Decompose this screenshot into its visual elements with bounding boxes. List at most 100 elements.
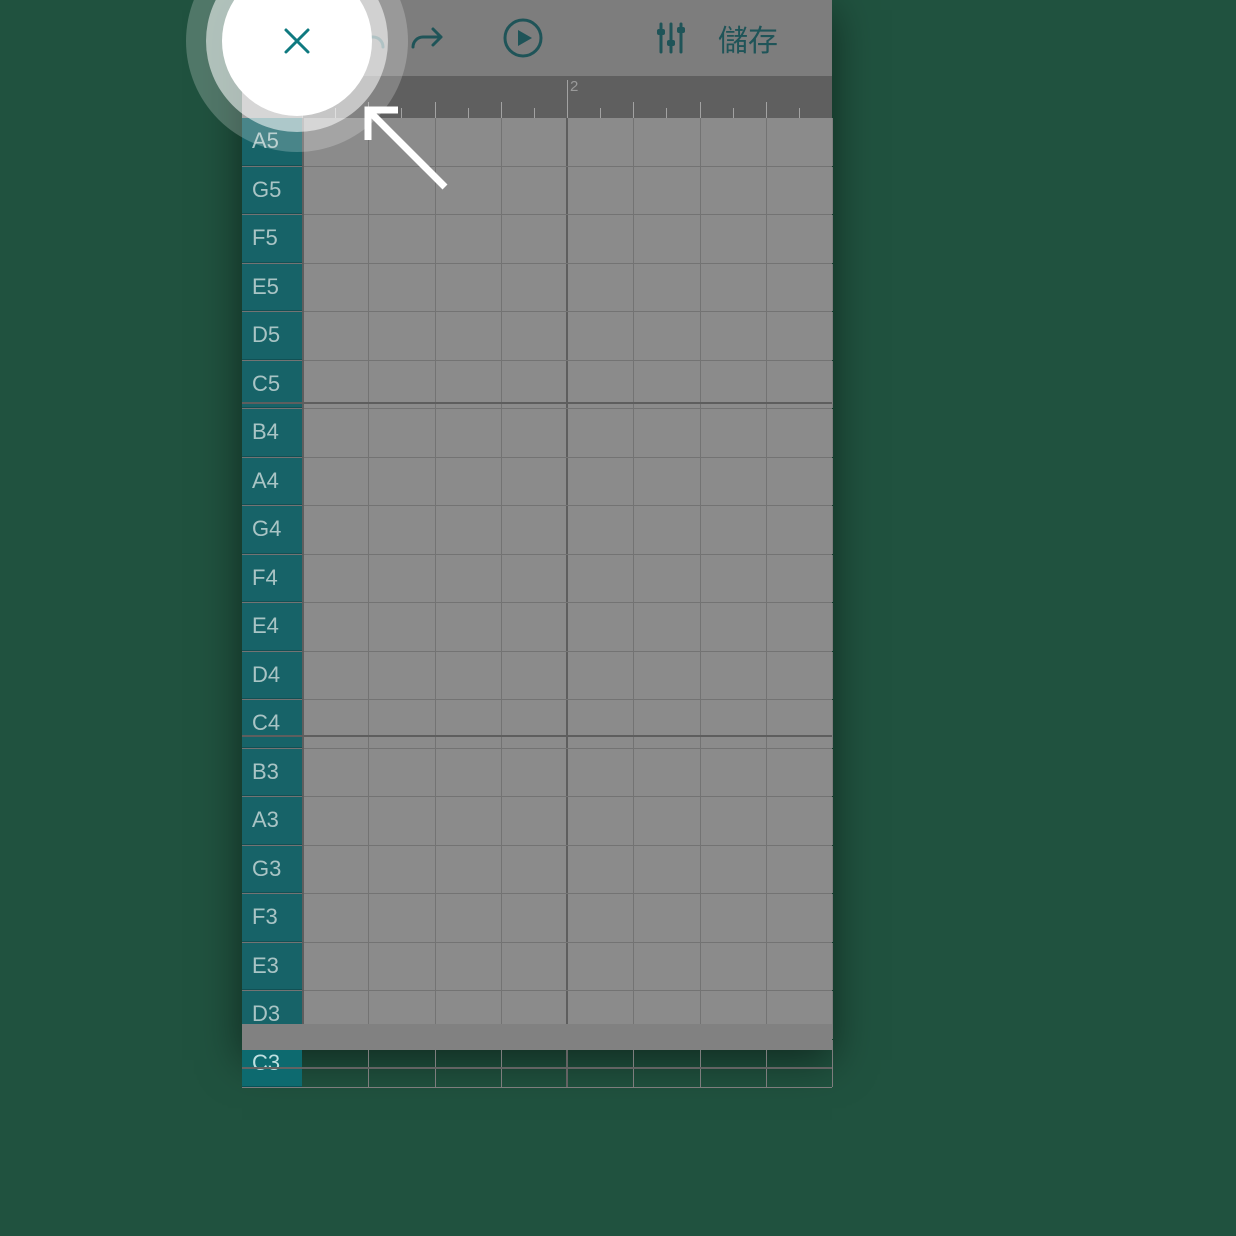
save-button[interactable]: 儲存 [708,8,788,68]
grid-cell[interactable] [368,506,435,554]
note-cells[interactable] [302,700,832,748]
grid-cell[interactable] [302,700,369,748]
grid-cell[interactable] [700,652,767,700]
note-cells[interactable] [302,312,832,360]
grid-cell[interactable] [435,700,502,748]
grid-cell[interactable] [302,555,369,603]
grid-cell[interactable] [501,555,568,603]
grid-cell[interactable] [501,458,568,506]
grid-cell[interactable] [700,167,767,215]
grid-cell[interactable] [633,506,700,554]
grid-cell[interactable] [567,312,634,360]
grid-cell[interactable] [567,846,634,894]
grid-cell[interactable] [302,991,369,1039]
grid-cell[interactable] [633,1040,700,1088]
note-cells[interactable] [302,652,832,700]
note-cells[interactable] [302,797,832,845]
note-row[interactable]: C3 [242,1040,832,1089]
grid-cell[interactable] [368,215,435,263]
grid-cell[interactable] [766,797,833,845]
grid-cell[interactable] [368,118,435,166]
grid-cell[interactable] [302,749,369,797]
grid-cell[interactable] [435,1040,502,1088]
grid-cell[interactable] [302,506,369,554]
grid-cell[interactable] [368,312,435,360]
note-row[interactable]: G5 [242,167,832,216]
grid-cell[interactable] [435,749,502,797]
grid-cell[interactable] [700,700,767,748]
note-cells[interactable] [302,167,832,215]
note-cells[interactable] [302,749,832,797]
grid-cell[interactable] [435,215,502,263]
grid-cell[interactable] [567,409,634,457]
grid-cell[interactable] [501,1040,568,1088]
grid-cell[interactable] [567,943,634,991]
grid-cell[interactable] [368,797,435,845]
grid-cell[interactable] [567,797,634,845]
grid-cell[interactable] [567,458,634,506]
grid-cell[interactable] [302,312,369,360]
grid-cell[interactable] [302,603,369,651]
grid-cell[interactable] [766,118,833,166]
grid-cell[interactable] [633,118,700,166]
grid-cell[interactable] [766,458,833,506]
note-cells[interactable] [302,991,832,1039]
note-row[interactable]: E4 [242,603,832,652]
grid-cell[interactable] [700,1040,767,1088]
note-row[interactable]: C4 [242,700,832,749]
grid-cell[interactable] [501,215,568,263]
grid-cell[interactable] [766,943,833,991]
note-cells[interactable] [302,409,832,457]
grid-cell[interactable] [700,458,767,506]
grid-cell[interactable] [700,943,767,991]
grid-cell[interactable] [435,458,502,506]
note-row[interactable]: F5 [242,215,832,264]
grid-cell[interactable] [567,652,634,700]
play-button[interactable] [494,0,552,76]
redo-button[interactable] [398,0,456,76]
grid-cell[interactable] [501,603,568,651]
grid-cell[interactable] [567,1040,634,1088]
grid-cell[interactable] [633,894,700,942]
grid-cell[interactable] [567,361,634,409]
note-cells[interactable] [302,1040,832,1088]
grid-cell[interactable] [501,700,568,748]
grid-cell[interactable] [368,264,435,312]
grid-cell[interactable] [567,603,634,651]
grid-cell[interactable] [435,118,502,166]
grid-cell[interactable] [302,458,369,506]
grid-cell[interactable] [700,797,767,845]
grid-cell[interactable] [633,215,700,263]
grid-cell[interactable] [633,167,700,215]
grid-cell[interactable] [567,215,634,263]
grid-cell[interactable] [302,264,369,312]
grid-cell[interactable] [700,361,767,409]
grid-cell[interactable] [700,846,767,894]
grid-cell[interactable] [633,991,700,1039]
grid-cell[interactable] [766,361,833,409]
note-row[interactable]: F4 [242,555,832,604]
grid-cell[interactable] [435,652,502,700]
grid-cell[interactable] [567,700,634,748]
note-row[interactable]: B3 [242,749,832,798]
grid-cell[interactable] [766,264,833,312]
grid-cell[interactable] [302,652,369,700]
grid-cell[interactable] [501,167,568,215]
grid-cell[interactable] [766,1040,833,1088]
grid-cell[interactable] [368,846,435,894]
grid-cell[interactable] [302,118,369,166]
grid-cell[interactable] [766,603,833,651]
grid-cell[interactable] [501,846,568,894]
grid-cell[interactable] [633,312,700,360]
grid-cell[interactable] [633,943,700,991]
grid-cell[interactable] [435,506,502,554]
note-cells[interactable] [302,361,832,409]
grid-cell[interactable] [368,555,435,603]
grid-cell[interactable] [435,312,502,360]
grid-cell[interactable] [368,361,435,409]
grid-cell[interactable] [766,749,833,797]
grid-cell[interactable] [435,943,502,991]
grid-cell[interactable] [501,361,568,409]
note-cells[interactable] [302,894,832,942]
grid-cell[interactable] [302,361,369,409]
